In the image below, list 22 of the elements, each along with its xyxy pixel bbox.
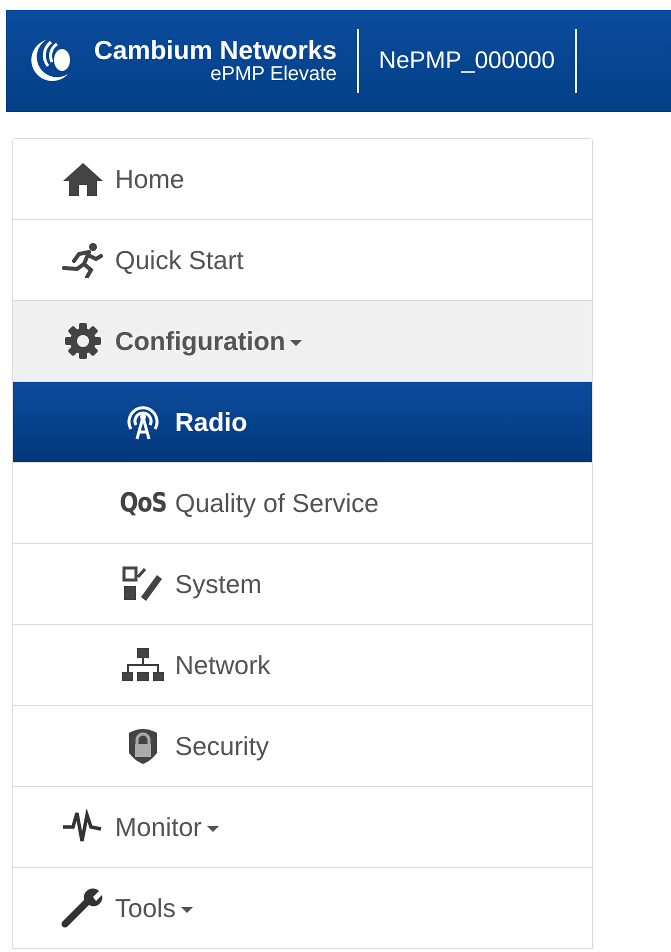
menu-label: Radio [175,406,248,438]
menu-item[interactable]: Configuration [13,301,592,382]
menu-label: Network [175,650,270,680]
menu-label: Quality of Service [175,488,379,518]
menu-label: Tools [115,892,176,924]
checklist-pencil-icon [121,565,165,603]
runner-icon [61,242,105,278]
submenu-item[interactable]: Radio [13,382,592,463]
menu-label: Configuration [115,326,286,356]
qos-label: QoS [120,488,166,518]
brand-name: Cambium Networks [94,36,337,64]
menu-label: Home [115,164,184,194]
device-name: NePMP_000000 [378,47,555,75]
wrench-icon [61,888,105,928]
menu-label: Monitor [115,812,202,842]
menu-label: Security [175,730,269,762]
network-icon [121,647,165,683]
product-name: ePMP Elevate [210,64,337,86]
menu-label: Quick Start [115,244,244,276]
menu-item[interactable]: Home [13,139,592,220]
home-icon [61,161,105,197]
menu-label: System [175,568,262,600]
